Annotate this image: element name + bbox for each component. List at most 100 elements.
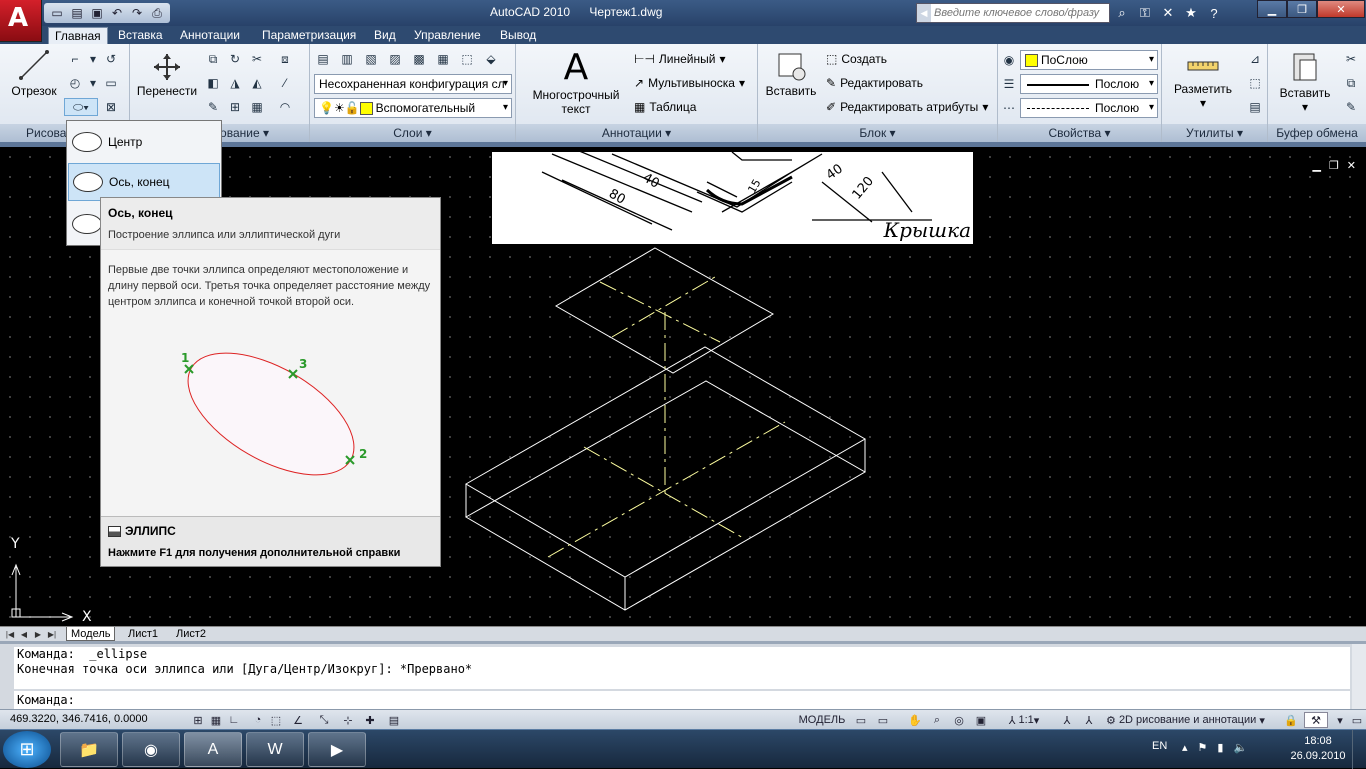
tab-output[interactable]: Вывод [494,27,542,44]
key-icon[interactable]: ⚿ [1135,3,1155,23]
layout-tab-sheet1[interactable]: Лист1 [124,627,162,641]
layer-match-icon[interactable]: ⬚ [458,50,476,68]
word-taskbar-icon[interactable]: W [246,732,304,767]
lineweight-toggle-icon[interactable]: ✚ [362,712,378,728]
edit-block-button[interactable]: ✎ Редактировать [826,74,923,92]
tray-expand-icon[interactable]: ▴ [1182,741,1188,754]
quick-view-drawings-icon[interactable]: ▭ [874,712,892,728]
table-button[interactable]: ▦ Таблица [634,98,696,116]
tab-manage[interactable]: Управление [408,27,487,44]
color-wheel-icon[interactable]: ◉ [1000,51,1018,69]
explorer-taskbar-icon[interactable]: 📁 [60,732,118,767]
x-icon[interactable]: ✕ [1158,3,1178,23]
language-indicator[interactable]: EN [1152,740,1167,752]
clock[interactable]: 18:08 26.09.2010 [1288,734,1348,764]
prev-layout-icon[interactable]: ◀ [18,628,30,640]
ellipse-button[interactable]: ⬭▾ [64,98,98,116]
new-icon[interactable]: ▭ [48,5,66,21]
layer-lock-icon[interactable]: ▦ [434,50,452,68]
layer-freeze-icon[interactable]: ▩ [410,50,428,68]
model-button[interactable]: МОДЕЛЬ [796,712,848,728]
restore-button[interactable]: ❐ [1287,0,1317,18]
media-player-taskbar-icon[interactable]: ▶ [308,732,366,767]
mtext-button[interactable]: A Многострочный текст [526,50,626,117]
calculator-icon[interactable]: ▤ [1246,98,1264,116]
mleader-button[interactable]: ↗ Мультивыноска ▾ [634,74,745,92]
search-input[interactable] [931,7,1103,19]
grid-icon[interactable]: ▦ [208,712,224,728]
linetype-icon[interactable]: ⋯ [1000,99,1018,117]
search-arrow-icon[interactable]: ◀ [917,4,931,22]
trim-icon[interactable]: ✂ [248,50,266,68]
create-block-button[interactable]: ⬚ Создать [826,50,887,68]
ellipse-center-item[interactable]: Центр [68,123,220,161]
stretch-icon[interactable]: ◮ [226,74,244,92]
layer-walk-icon[interactable]: ⬙ [482,50,500,68]
show-desktop-button[interactable] [1352,730,1366,769]
color-combo[interactable]: ПоСлою [1020,50,1158,70]
ducs-icon[interactable]: ⤡ [316,712,332,728]
properties-panel-title[interactable]: Свойства ▾ [998,124,1161,142]
move-button[interactable]: Перенести [134,52,200,98]
hatch-icon[interactable]: ⊠ [102,98,120,116]
copy-icon[interactable]: ⧉ [204,50,222,68]
linetype-combo[interactable]: Послою [1020,98,1158,118]
polar-icon[interactable]: ◔ [250,712,266,728]
tab-view[interactable]: Вид [368,27,402,44]
measure-button[interactable]: Разметить ▾ [1166,52,1240,110]
flag-icon[interactable]: ⚑ [1198,741,1208,754]
restore-drawing-button[interactable]: ❐ [1329,159,1339,172]
select-all-icon[interactable]: ⬚ [1246,74,1264,92]
copy-clip-icon[interactable]: ⧉ [1342,74,1360,92]
scale-icon[interactable]: ⊞ [226,98,244,116]
tab-annotate[interactable]: Аннотации [174,27,246,44]
layers-panel-title[interactable]: Слои ▾ [310,124,515,142]
help-icon[interactable]: ? [1204,3,1224,23]
line-button[interactable]: Отрезок [6,48,62,98]
dyn-icon[interactable]: ⊹ [340,712,356,728]
ellipse-axis-end-item[interactable]: Ось, конец [68,163,220,201]
layer-iso-icon[interactable]: ▧ [362,50,380,68]
last-layout-icon[interactable]: ▶| [46,628,58,640]
qp-icon[interactable]: ▤ [386,712,402,728]
layer-state-icon[interactable]: ▥ [338,50,356,68]
layout-tab-model[interactable]: Модель [66,627,116,641]
close-drawing-button[interactable]: ✕ [1347,159,1356,172]
layout-tab-sheet2[interactable]: Лист2 [172,627,210,641]
clean-screen-icon[interactable]: ▭ [1350,712,1364,728]
block-panel-title[interactable]: Блок ▾ [758,124,997,142]
media-center-taskbar-icon[interactable]: ◉ [122,732,180,767]
command-scrollbar[interactable] [1352,644,1366,712]
otrack-icon[interactable]: ∠ [290,712,306,728]
ortho-icon[interactable]: ∟ [226,712,242,728]
showmotion-icon[interactable]: ▣ [972,712,990,728]
network-icon[interactable]: ▮ [1217,741,1223,754]
minimize-button[interactable]: ▁ [1257,0,1287,18]
layer-combo[interactable]: 💡☀🔓 Вспомогательный [314,98,512,118]
volume-icon[interactable]: 🔈 [1233,741,1247,754]
rectangle-icon[interactable]: ▭ [102,74,120,92]
array-icon[interactable]: ▦ [248,98,266,116]
application-menu-button[interactable]: A [0,0,42,42]
auto-scale-icon[interactable]: ⅄ [1080,712,1098,728]
snap-icon[interactable]: ⊞ [190,712,206,728]
hardware-acceleration-icon[interactable]: ⚒ [1304,712,1328,728]
steering-wheel-icon[interactable]: ◎ [950,712,968,728]
layer-properties-icon[interactable]: ▤ [314,50,332,68]
insert-block-button[interactable]: Вставить [764,50,818,98]
binoculars-icon[interactable]: ⌕ [1112,3,1132,23]
annotation-panel-title[interactable]: Аннотации ▾ [516,124,757,142]
quick-select-icon[interactable]: ⊿ [1246,50,1264,68]
osnap-icon[interactable]: ⬚ [268,712,284,728]
utilities-panel-title[interactable]: Утилиты ▾ [1162,124,1267,142]
workspace-switch[interactable]: ⚙ 2D рисование и аннотации ▾ [1106,712,1276,728]
layer-state-combo[interactable]: Несохраненная конфигурация сл [314,74,512,94]
command-input[interactable]: Команда: [14,691,1350,709]
minimize-drawing-button[interactable]: ▁ [1312,159,1320,172]
undo-icon[interactable]: ↶ [108,5,126,21]
chamfer-icon[interactable]: ◠ [276,98,294,116]
paste-button[interactable]: Вставить ▾ [1274,50,1336,114]
undo-arc-icon[interactable]: ↺ [102,50,120,68]
dropdown-arrow-icon[interactable]: ▾ [84,74,102,92]
save-icon[interactable]: ▣ [88,5,106,21]
